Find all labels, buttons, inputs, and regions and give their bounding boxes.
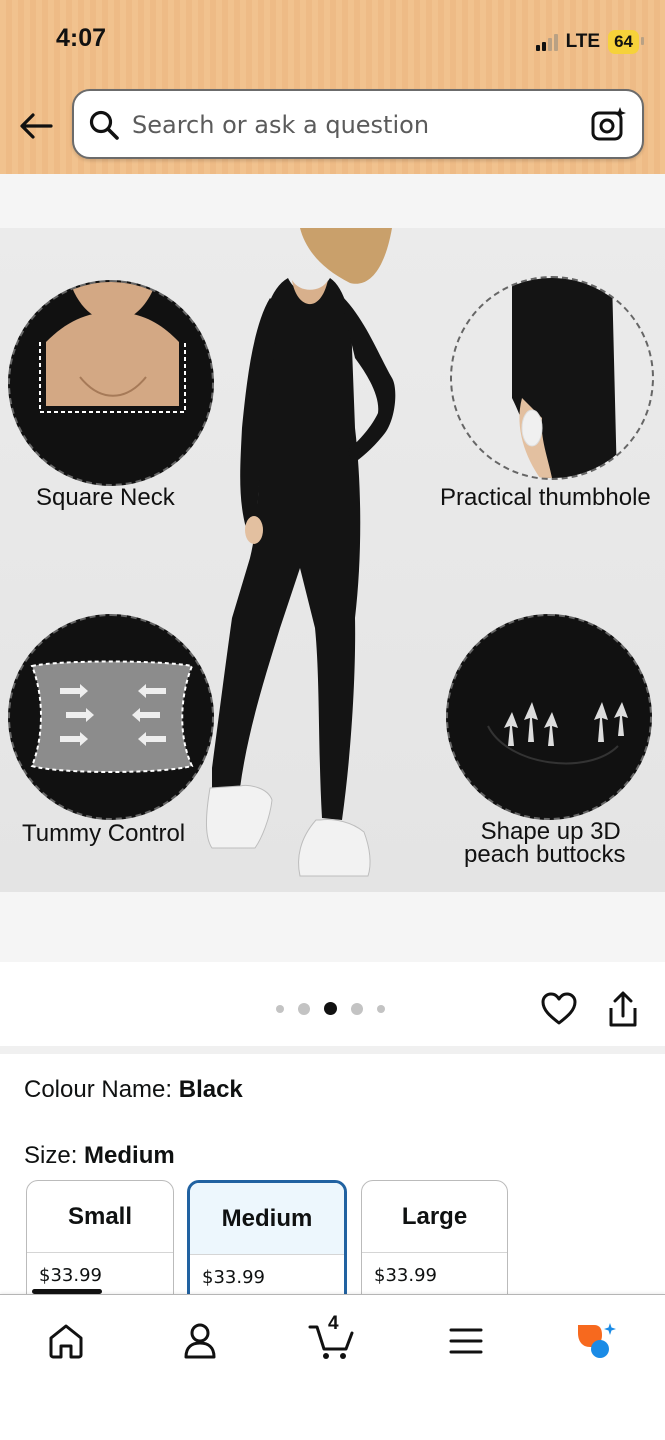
size-option-medium[interactable]: Medium $33.99 bbox=[187, 1180, 347, 1310]
back-button[interactable] bbox=[16, 106, 56, 146]
carousel-dot-active[interactable] bbox=[324, 1002, 337, 1015]
hamburger-menu-icon bbox=[449, 1328, 483, 1354]
share-icon bbox=[609, 991, 637, 1027]
status-time: 4:07 bbox=[56, 24, 107, 52]
nav-home[interactable] bbox=[36, 1319, 96, 1363]
nav-rufus[interactable] bbox=[566, 1319, 626, 1363]
size-label: Size: bbox=[24, 1142, 85, 1169]
camera-lens-icon[interactable] bbox=[590, 105, 628, 143]
product-image[interactable]: Square Neck Practical thumbhole Tummy Co… bbox=[0, 228, 665, 892]
cart-count-badge: 4 bbox=[328, 1313, 339, 1334]
size-option-name: Large bbox=[362, 1181, 507, 1253]
callout-label-shape-up: Shape up 3D peach buttocks bbox=[464, 818, 625, 867]
arrow-left-icon bbox=[20, 113, 53, 139]
size-option-price: $33.99 bbox=[374, 1265, 437, 1286]
section-divider bbox=[0, 1046, 665, 1054]
add-to-wishlist-button[interactable] bbox=[540, 990, 578, 1033]
network-type: LTE bbox=[565, 31, 601, 52]
active-tab-indicator bbox=[32, 1289, 102, 1294]
size-option-name: Small bbox=[27, 1181, 173, 1253]
carousel-dot[interactable] bbox=[351, 1002, 363, 1015]
shape-up-callout bbox=[446, 614, 652, 820]
square-neck-callout bbox=[8, 280, 214, 486]
colour-label: Colour Name: bbox=[24, 1076, 179, 1103]
search-icon bbox=[89, 110, 119, 140]
callout-label-thumbhole: Practical thumbhole bbox=[440, 484, 651, 511]
home-icon bbox=[49, 1324, 83, 1359]
callout-label-shape-up-line2: peach buttocks bbox=[464, 841, 626, 868]
rufus-assistant-icon bbox=[578, 1323, 616, 1358]
colour-name-row: Colour Name: Black bbox=[24, 1076, 243, 1104]
thumbhole-callout bbox=[450, 276, 654, 480]
size-row: Size: Medium bbox=[24, 1142, 175, 1170]
size-option-name: Medium bbox=[190, 1183, 344, 1255]
colour-value: Black bbox=[178, 1076, 243, 1103]
callout-label-square-neck: Square Neck bbox=[36, 484, 175, 511]
nav-cart[interactable]: 4 bbox=[302, 1313, 362, 1363]
callout-label-shape-up-line1: Shape up 3D bbox=[480, 818, 621, 845]
share-button[interactable] bbox=[604, 990, 642, 1035]
person-icon bbox=[184, 1323, 216, 1359]
app-header: 4:07 LTE 64 bbox=[0, 0, 665, 174]
status-indicators: LTE 64 bbox=[535, 30, 644, 54]
bottom-navigation: 4 bbox=[0, 1289, 665, 1440]
carousel-dot[interactable] bbox=[276, 1004, 284, 1013]
heart-icon bbox=[541, 992, 577, 1025]
tummy-control-callout bbox=[8, 614, 214, 820]
search-input[interactable] bbox=[132, 107, 572, 143]
nav-account[interactable] bbox=[170, 1319, 230, 1363]
size-value: Medium bbox=[84, 1142, 175, 1169]
image-carousel-dots[interactable] bbox=[276, 1002, 385, 1015]
cellular-signal-icon bbox=[535, 33, 558, 51]
search-bar[interactable] bbox=[72, 89, 644, 159]
nav-menu[interactable] bbox=[436, 1319, 496, 1363]
battery-icon: 64 bbox=[608, 30, 644, 54]
carousel-dot[interactable] bbox=[298, 1002, 310, 1015]
callout-label-tummy-control: Tummy Control bbox=[22, 820, 186, 847]
carousel-dot[interactable] bbox=[377, 1004, 385, 1013]
size-option-large[interactable]: Large $33.99 bbox=[361, 1180, 508, 1310]
